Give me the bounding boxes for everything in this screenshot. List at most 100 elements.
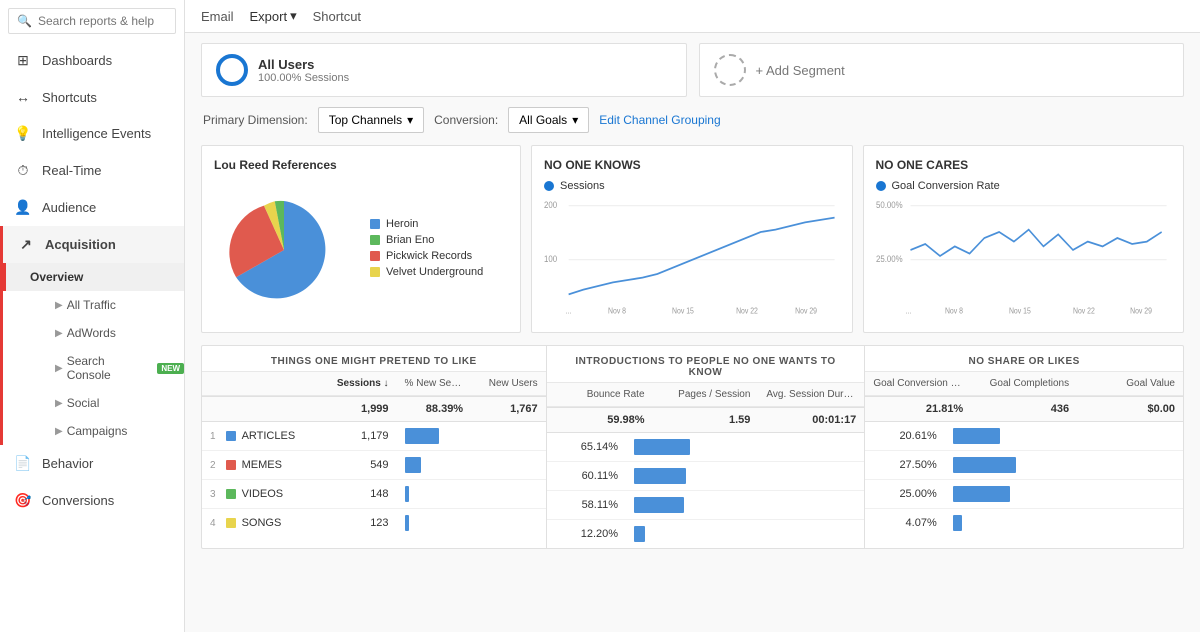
- svg-text:Nov 29: Nov 29: [795, 306, 817, 316]
- sidebar-item-adwords[interactable]: ▶ AdWords: [45, 319, 184, 347]
- sidebar-item-behavior[interactable]: 📄 Behavior: [0, 445, 184, 482]
- add-segment-box[interactable]: + Add Segment: [699, 43, 1185, 97]
- col-header-goal-rate[interactable]: Goal Conversion Rate: [865, 372, 971, 395]
- row-new-pct-bar: [405, 515, 409, 531]
- svg-text:25.00%: 25.00%: [876, 253, 903, 264]
- row-new-pct-bar-cell: [397, 422, 472, 450]
- search-box[interactable]: 🔍: [8, 8, 176, 34]
- row-pages: [705, 441, 784, 453]
- sub-label-search-console: Search Console: [67, 354, 150, 382]
- conversions-icon: 🎯: [14, 492, 32, 509]
- export-button[interactable]: Export ▾: [250, 8, 297, 24]
- table-row: 58.11%: [547, 491, 865, 520]
- all-users-segment[interactable]: All Users 100.00% Sessions: [201, 43, 687, 97]
- arrow-icon-adwords: ▶: [55, 328, 63, 339]
- col-header-bounce[interactable]: Bounce Rate: [547, 383, 653, 406]
- row-label: SONGS: [242, 517, 282, 529]
- col-header-new-sessions[interactable]: % New Sessions: [397, 372, 472, 395]
- col-header-pages[interactable]: Pages / Session: [653, 383, 759, 406]
- sidebar-item-search-console[interactable]: ▶ Search Console NEW: [45, 347, 184, 389]
- goal-conv-legend-label: Goal Conversion Rate: [892, 180, 1000, 192]
- row-new-pct-bar-cell: [397, 480, 472, 508]
- sidebar-item-all-traffic[interactable]: ▶ All Traffic: [45, 291, 184, 319]
- row-bounce-bar-cell: [626, 491, 705, 519]
- search-input[interactable]: [38, 14, 167, 28]
- row-goal-bar-cell: [945, 422, 1024, 450]
- totals-row-s1: 1,999 88.39% 1,767: [202, 396, 546, 422]
- row-sessions: 148: [322, 482, 397, 506]
- duration-col-label: Avg. Session Duration: [766, 389, 864, 400]
- svg-text:200: 200: [544, 199, 557, 210]
- sidebar-item-campaigns[interactable]: ▶ Campaigns: [45, 417, 184, 445]
- section1-title: THINGS ONE MIGHT PRETEND TO LIKE: [202, 346, 546, 372]
- row-color: [226, 431, 236, 441]
- conversion-label: Conversion:: [434, 113, 498, 127]
- row-new-users: [471, 517, 546, 529]
- row-value: [1104, 517, 1183, 529]
- email-link[interactable]: Email: [201, 9, 234, 24]
- audience-icon: 👤: [14, 199, 32, 216]
- goal-rate-col-label: Goal Conversion Rate: [873, 378, 971, 389]
- sidebar-item-shortcuts[interactable]: ↔ Shortcuts: [0, 79, 184, 115]
- row-new-pct-bar-cell: [397, 451, 472, 479]
- add-segment-circle-icon: [714, 54, 746, 86]
- row-completions: [1024, 430, 1103, 442]
- sort-arrow-icon: ↓: [384, 378, 389, 389]
- new-badge: NEW: [157, 363, 184, 374]
- svg-text:Nov 29: Nov 29: [1130, 306, 1152, 316]
- sidebar-item-conversions[interactable]: 🎯 Conversions: [0, 482, 184, 519]
- sidebar-item-intelligence[interactable]: 💡 Intelligence Events: [0, 115, 184, 152]
- row-duration: [785, 499, 864, 511]
- top-channels-dropdown[interactable]: Top Channels ▾: [318, 107, 424, 133]
- edit-channel-link[interactable]: Edit Channel Grouping: [599, 113, 720, 127]
- row-pages: [705, 470, 784, 482]
- pie-container: Heroin Brian Eno Pickwick Records V: [214, 180, 508, 320]
- svg-text:Nov 8: Nov 8: [944, 306, 962, 316]
- row-goal-bar-cell: [945, 451, 1024, 479]
- row-goal-bar: [953, 486, 1011, 502]
- col-header-sessions[interactable]: Sessions ↓: [322, 372, 397, 395]
- legend-heroin: Heroin: [370, 218, 483, 230]
- col-header-duration[interactable]: Avg. Session Duration: [758, 383, 864, 406]
- svg-text:...: ...: [905, 306, 911, 316]
- svg-text:50.00%: 50.00%: [876, 199, 903, 210]
- legend-label-heroin: Heroin: [386, 218, 418, 230]
- all-goals-dropdown[interactable]: All Goals ▾: [508, 107, 589, 133]
- sidebar-label-shortcuts: Shortcuts: [42, 90, 97, 105]
- row-bounce-bar: [634, 526, 645, 542]
- col-header-new-users[interactable]: New Users: [471, 372, 546, 395]
- svg-text:100: 100: [544, 253, 557, 264]
- section3-title: NO SHARE OR LIKES: [865, 346, 1183, 372]
- row-new-pct-bar: [405, 486, 410, 502]
- row-goal-rate: 25.00%: [865, 482, 944, 506]
- row-goal-rate: 4.07%: [865, 511, 944, 535]
- sidebar-item-social[interactable]: ▶ Social: [45, 389, 184, 417]
- col-header-goal-value[interactable]: Goal Value: [1077, 372, 1183, 395]
- section3-col-headers: Goal Conversion Rate Goal Completions Go…: [865, 372, 1183, 396]
- table-rows-s1: 1 ARTICLES 1,179 2 MEMES 549 3 VIDEOS 14…: [202, 422, 546, 537]
- shortcut-link[interactable]: Shortcut: [313, 9, 361, 24]
- section1-col-headers: Sessions ↓ % New Sessions New Users: [202, 372, 546, 396]
- sidebar-overview[interactable]: Overview: [3, 263, 184, 291]
- col-header-goal-completions[interactable]: Goal Completions: [971, 372, 1077, 395]
- row-name-cell: 1 ARTICLES: [202, 424, 322, 448]
- row-bounce: 65.14%: [547, 435, 626, 459]
- sidebar-item-dashboards[interactable]: ⊞ Dashboards: [0, 42, 184, 79]
- sidebar-item-acquisition[interactable]: ↗ Acquisition: [3, 226, 184, 263]
- data-table-card: THINGS ONE MIGHT PRETEND TO LIKE Session…: [201, 345, 1184, 549]
- sessions-chart-card: NO ONE KNOWS Sessions 200 100 ... Nov 8 …: [531, 145, 853, 333]
- svg-text:Nov 22: Nov 22: [1073, 306, 1095, 316]
- sub-label-campaigns: Campaigns: [67, 424, 128, 438]
- arrow-icon-campaigns: ▶: [55, 426, 63, 437]
- sidebar-item-audience[interactable]: 👤 Audience: [0, 189, 184, 226]
- acquisition-sub-nav: ▶ All Traffic ▶ AdWords ▶ Search Console…: [3, 291, 184, 445]
- section2-col-headers: Bounce Rate Pages / Session Avg. Session…: [547, 383, 865, 407]
- table-row: 20.61%: [865, 422, 1183, 451]
- row-number: 2: [210, 460, 216, 471]
- table-row: 25.00%: [865, 480, 1183, 509]
- sub-label-social: Social: [67, 396, 100, 410]
- table-section-3: NO SHARE OR LIKES Goal Conversion Rate G…: [865, 346, 1183, 548]
- row-bounce: 58.11%: [547, 493, 626, 517]
- totals-sessions: 1,999: [322, 397, 397, 421]
- sidebar-item-realtime[interactable]: ⏱ Real-Time: [0, 152, 184, 189]
